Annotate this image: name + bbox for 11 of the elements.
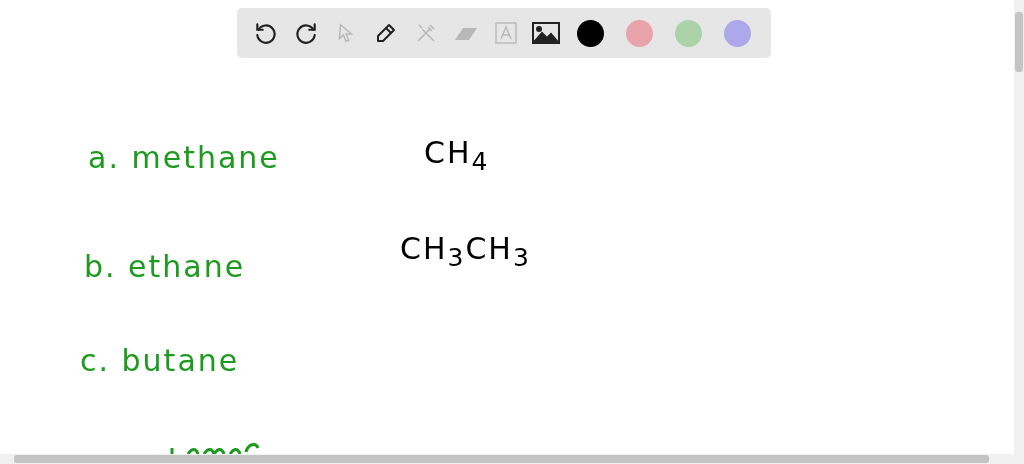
color-swatch[interactable] <box>626 19 653 47</box>
color-swatch[interactable] <box>675 19 702 47</box>
handwritten-note: a. methane <box>88 143 280 173</box>
handwritten-note: CH$_{4}$ <box>424 138 490 174</box>
vertical-scrollbar[interactable] <box>1014 0 1024 454</box>
handwritten-note: c. butane <box>80 346 240 376</box>
handwritten-note: CH$_{3}$CH$_{3}$ <box>400 234 531 270</box>
color-swatch[interactable] <box>577 19 604 47</box>
horizontal-scrollbar[interactable] <box>0 454 1024 464</box>
handwritten-note: b. ethane <box>84 252 246 282</box>
color-swatch[interactable] <box>724 19 751 47</box>
